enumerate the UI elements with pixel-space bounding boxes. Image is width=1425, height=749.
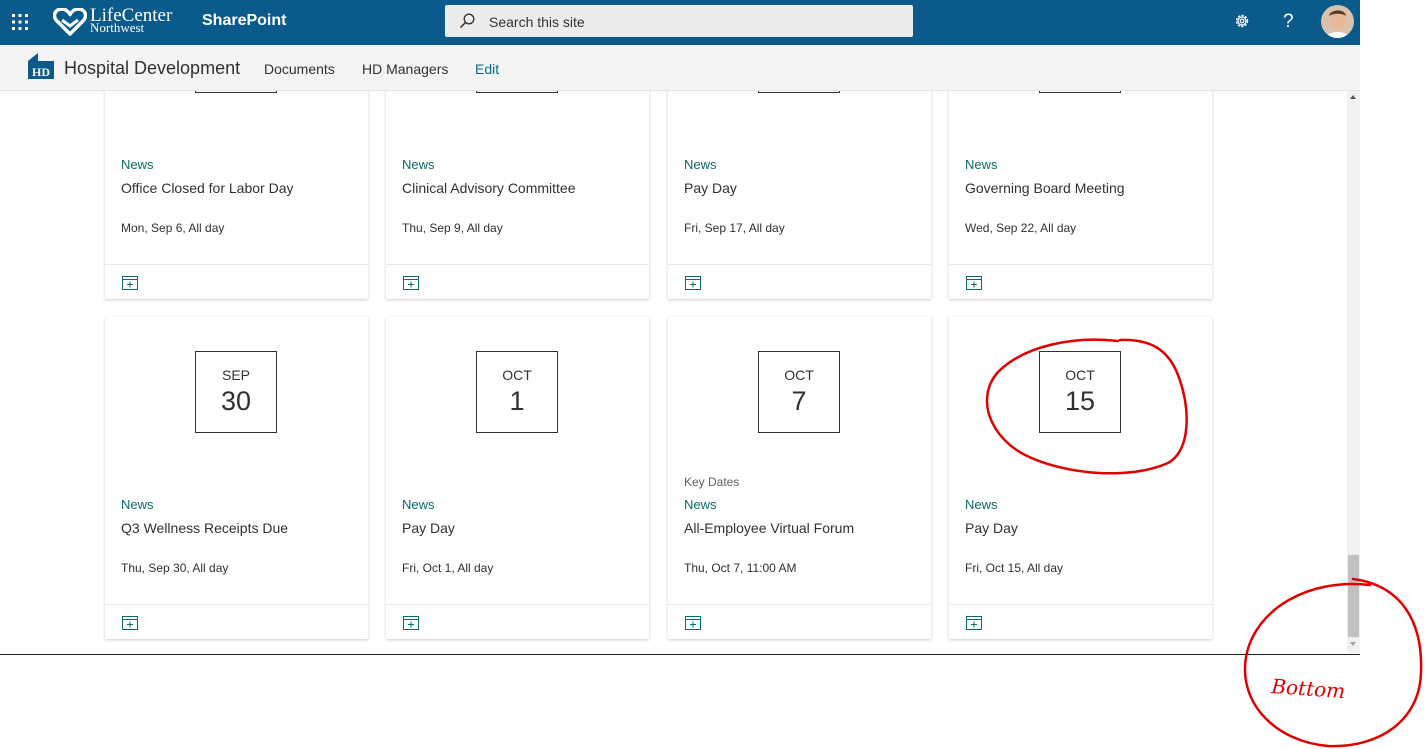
app-name-link[interactable]: SharePoint [202,12,286,30]
event-date-time: Thu, Sep 30, All day [121,561,229,575]
site-header: HD Hospital Development Documents HD Man… [0,45,1360,91]
event-card[interactable]: SEP 30 News Q3 Wellness Receipts Due Thu… [105,317,368,639]
scrollbar-thumb[interactable] [1348,555,1359,637]
suite-bar: LifeCenter Northwest SharePoint Search t… [0,0,1360,45]
app-launcher-icon[interactable] [11,13,29,31]
user-avatar[interactable] [1321,5,1354,38]
event-card[interactable]: News Pay Day Fri, Sep 17, All day [668,91,931,299]
event-date-time: Mon, Sep 6, All day [121,221,225,235]
event-card[interactable]: OCT 1 News Pay Day Fri, Oct 1, All day [386,317,649,639]
help-icon[interactable]: ? [1283,11,1294,33]
event-title: All-Employee Virtual Forum [684,520,855,536]
brand-subname: Northwest [90,20,145,35]
search-icon [459,13,475,29]
add-to-calendar-icon[interactable] [403,276,419,290]
event-card[interactable]: OCT 7 Key Dates News All-Employee Virtua… [668,317,931,639]
event-date-box: OCT 1 [476,351,558,433]
event-category: News [121,157,154,172]
event-title: Pay Day [684,180,737,196]
nav-link-hd-managers[interactable]: HD Managers [362,61,448,77]
event-date-time: Fri, Oct 15, All day [965,561,1064,575]
event-date-time: Thu, Sep 9, All day [402,221,503,235]
card-footer [668,604,931,640]
event-date-box [1039,91,1121,93]
event-title: Pay Day [402,520,455,536]
add-to-calendar-icon[interactable] [122,276,138,290]
event-day: 15 [1064,386,1096,416]
event-card[interactable]: News Governing Board Meeting Wed, Sep 22… [949,91,1212,299]
event-date-time: Thu, Oct 7, 11:00 AM [684,561,797,575]
card-footer [105,604,368,640]
add-to-calendar-icon[interactable] [685,616,701,630]
site-title[interactable]: Hospital Development [64,58,240,79]
event-date-box: OCT 7 [758,351,840,433]
vertical-scrollbar[interactable] [1347,91,1360,653]
event-date-box [476,91,558,93]
event-category: News [402,157,435,172]
event-month: OCT [502,367,532,383]
card-footer [105,264,368,300]
search-placeholder: Search this site [489,14,585,30]
event-date-time: Fri, Sep 17, All day [684,221,785,235]
event-day: 1 [509,386,525,416]
card-footer [668,264,931,300]
bottom-edge-line [0,654,1360,655]
nav-link-edit[interactable]: Edit [475,61,499,77]
events-web-part: News Office Closed for Labor Day Mon, Se… [0,91,1347,653]
event-card[interactable]: OCT 15 News Pay Day Fri, Oct 15, All day [949,317,1212,639]
nav-link-documents[interactable]: Documents [264,61,335,77]
add-to-calendar-icon[interactable] [966,276,982,290]
card-footer [949,264,1212,300]
heart-logo-icon [53,8,87,36]
event-category: News [121,497,154,512]
event-category: News [684,157,717,172]
event-tag: Key Dates [684,475,740,489]
card-footer [949,604,1212,640]
scroll-up-arrow-icon[interactable] [1350,95,1356,99]
event-category: News [965,497,998,512]
card-footer [386,604,649,640]
event-date-time: Wed, Sep 22, All day [965,221,1077,235]
settings-gear-icon[interactable] [1233,12,1251,30]
event-title: Clinical Advisory Committee [402,180,576,196]
event-date-time: Fri, Oct 1, All day [402,561,494,575]
site-logo-text: HD [32,65,50,79]
add-to-calendar-icon[interactable] [685,276,701,290]
event-month: SEP [221,367,250,383]
event-date-box [195,91,277,93]
event-card[interactable]: News Office Closed for Labor Day Mon, Se… [105,91,368,299]
event-title: Q3 Wellness Receipts Due [121,520,289,536]
event-category: News [965,157,998,172]
add-to-calendar-icon[interactable] [966,616,982,630]
event-day: 7 [791,386,807,416]
event-category: News [684,497,717,512]
add-to-calendar-icon[interactable] [122,616,138,630]
add-to-calendar-icon[interactable] [403,616,419,630]
search-box[interactable]: Search this site [445,5,913,37]
card-footer [386,264,649,300]
event-day: 30 [220,386,252,416]
event-date-box: OCT 15 [1039,351,1121,433]
event-title: Pay Day [965,520,1018,536]
event-month: OCT [1065,367,1095,383]
event-title: Governing Board Meeting [965,180,1125,196]
event-date-box: SEP 30 [195,351,277,433]
event-category: News [402,497,435,512]
scroll-down-arrow-icon[interactable] [1350,642,1356,646]
event-month: OCT [784,367,814,383]
event-date-box [758,91,840,93]
event-title: Office Closed for Labor Day [121,180,294,196]
event-card[interactable]: News Clinical Advisory Committee Thu, Se… [386,91,649,299]
site-logo[interactable]: HD [28,53,54,79]
annotation-text: Bottom [1270,674,1346,703]
